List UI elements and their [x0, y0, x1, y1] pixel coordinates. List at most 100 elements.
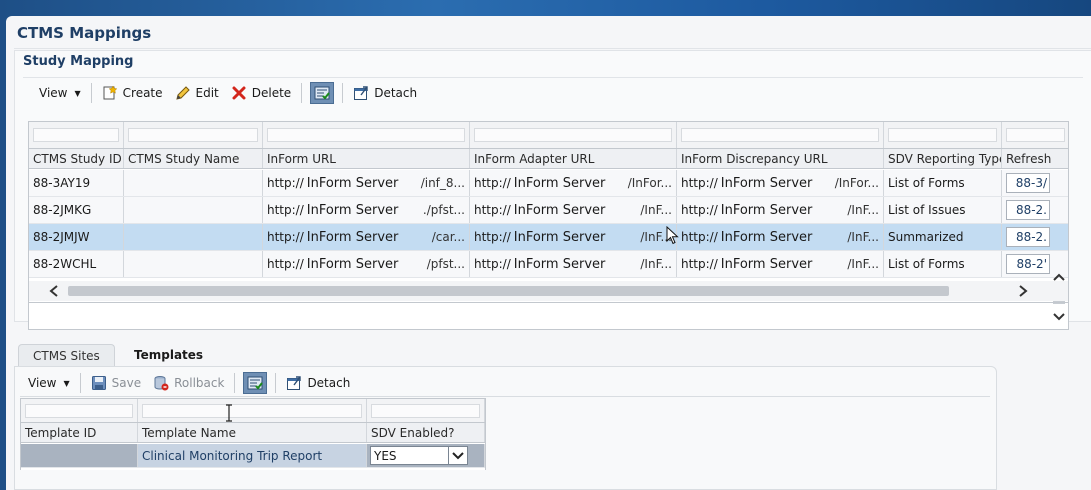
- discrepancy-url-cell: http://InForm Server/InFor...: [677, 170, 884, 196]
- table-row[interactable]: 88-2JMKG http://InForm Server ./pfst... h…: [29, 197, 1068, 224]
- refresh-button[interactable]: 88-3/: [1006, 173, 1050, 193]
- column-header[interactable]: CTMS Study Name: [124, 149, 263, 168]
- delete-button[interactable]: Delete: [225, 82, 297, 104]
- filter-cell[interactable]: [367, 399, 485, 422]
- templates-panel: View ▼ Save Rollback Detach Template ID …: [14, 366, 997, 490]
- url-suffix: /InF...: [640, 203, 672, 217]
- sdv-type-cell: List of Issues: [884, 197, 1002, 223]
- sdv-type-cell: List of Forms: [884, 170, 1002, 196]
- refresh-button[interactable]: 88-2.: [1006, 200, 1050, 220]
- sdv-enabled-cell: YES: [367, 444, 485, 467]
- filter-cell[interactable]: [470, 122, 677, 148]
- study-id-cell: 88-2JMKG: [29, 197, 124, 223]
- url-prefix: http://: [474, 229, 511, 244]
- url-prefix: http://: [267, 202, 304, 217]
- url-suffix: /InF...: [847, 203, 879, 217]
- url-server: InForm Server: [306, 229, 399, 245]
- query-by-example-toggle[interactable]: [310, 82, 335, 104]
- detach-label: Detach: [374, 86, 418, 100]
- column-header[interactable]: Template Name: [138, 423, 367, 442]
- view-menu-label: View: [28, 376, 57, 390]
- filter-cell[interactable]: [884, 122, 1002, 148]
- ctms-mappings-window: CTMS Mappings Study Mapping View ▼ Creat…: [6, 16, 1091, 490]
- filter-cell[interactable]: [21, 399, 138, 422]
- table-header-row: CTMS Study ID CTMS Study Name InForm URL…: [29, 148, 1068, 169]
- study-mapping-table: CTMS Study ID CTMS Study Name InForm URL…: [28, 121, 1069, 330]
- url-server: InForm Server: [720, 229, 813, 245]
- url-server: InForm Server: [513, 175, 606, 191]
- url-prefix: http://: [474, 175, 511, 190]
- filter-cell[interactable]: [677, 122, 884, 148]
- study-id-cell: 88-2WCHL: [29, 251, 124, 277]
- save-button[interactable]: Save: [85, 372, 147, 394]
- edit-label: Edit: [195, 86, 219, 100]
- study-mapping-panel: Study Mapping View ▼ Create Edit Delete …: [14, 50, 1091, 330]
- url-prefix: http://: [474, 202, 511, 217]
- filter-row: [29, 122, 1068, 148]
- filter-cell[interactable]: [138, 399, 367, 422]
- filter-cell[interactable]: [29, 122, 124, 148]
- refresh-button[interactable]: 88-2.: [1006, 227, 1050, 247]
- detach-button[interactable]: Detach: [347, 82, 423, 104]
- study-name-cell: [124, 197, 263, 223]
- url-prefix: http://: [267, 229, 304, 244]
- tab-templates[interactable]: Templates: [120, 344, 218, 366]
- filter-cell[interactable]: [263, 122, 470, 148]
- adapter-url-cell: http://InForm Server/InF...: [470, 251, 677, 277]
- refresh-cell: 88-3/: [1002, 170, 1068, 196]
- study-name-cell: [124, 170, 263, 196]
- horizontal-scrollbar[interactable]: [29, 281, 1068, 301]
- column-header[interactable]: SDV Enabled?: [367, 423, 485, 442]
- filter-cell[interactable]: [124, 122, 263, 148]
- toolbar-separator: [342, 83, 344, 103]
- url-suffix: /pfst...: [426, 257, 465, 271]
- detach-button[interactable]: Detach: [280, 372, 356, 394]
- url-prefix: http://: [681, 256, 718, 271]
- table-row[interactable]: 88-3AY19 http://InForm Server/inf_8... h…: [29, 170, 1068, 197]
- adapter-url-cell: http://InForm Server/InF...: [470, 224, 677, 250]
- inform-url-cell: http://InForm Server/inf_8...: [263, 170, 470, 196]
- edit-button[interactable]: Edit: [169, 82, 225, 104]
- query-by-example-toggle[interactable]: [243, 372, 268, 394]
- study-mapping-toolbar: View ▼ Create Edit Delete Detach: [33, 80, 423, 106]
- delete-x-icon: [231, 85, 247, 101]
- view-menu[interactable]: View ▼: [33, 82, 87, 104]
- url-suffix: /InFor...: [627, 176, 672, 190]
- url-server: InForm Server: [513, 229, 606, 245]
- url-server: InForm Server: [306, 202, 399, 218]
- create-button[interactable]: Create: [96, 82, 169, 104]
- column-header[interactable]: InForm Adapter URL: [470, 149, 677, 168]
- column-header[interactable]: Template ID: [21, 423, 138, 442]
- discrepancy-url-cell: http://InForm Server/InF...: [677, 197, 884, 223]
- toolbar-separator: [90, 83, 92, 103]
- column-header[interactable]: InForm URL: [263, 149, 470, 168]
- sdv-type-cell: List of Forms: [884, 251, 1002, 277]
- study-mapping-title: Study Mapping: [23, 54, 134, 69]
- table-row-selected[interactable]: 88-2JMJW http://InForm Server/car... htt…: [29, 224, 1068, 251]
- column-header[interactable]: CTMS Study ID: [29, 149, 124, 168]
- url-prefix: http://: [267, 256, 304, 271]
- url-server: InForm Server: [306, 256, 399, 272]
- rollback-button[interactable]: Rollback: [147, 372, 230, 394]
- caret-down-icon: ▼: [63, 378, 70, 388]
- column-header[interactable]: SDV Reporting Type: [884, 149, 1002, 168]
- delete-label: Delete: [251, 86, 292, 100]
- sdv-enabled-select[interactable]: YES: [370, 446, 468, 465]
- tab-ctms-sites[interactable]: CTMS Sites: [18, 344, 115, 366]
- table-row[interactable]: 88-2WCHL http://InForm Server/pfst... ht…: [29, 251, 1068, 278]
- table-header-row: Template ID Template Name SDV Enabled?: [21, 422, 485, 443]
- column-header[interactable]: Refresh: [1002, 149, 1068, 168]
- url-suffix: /car...: [431, 230, 465, 244]
- filter-cell[interactable]: [1002, 122, 1068, 148]
- chevron-down-icon: [448, 447, 467, 464]
- url-server: InForm Server: [306, 175, 399, 191]
- adapter-url-cell: http://InForm Server/InF...: [470, 197, 677, 223]
- refresh-button[interactable]: 88-2': [1006, 254, 1050, 274]
- url-server: InForm Server: [720, 256, 813, 272]
- table-row[interactable]: Clinical Monitoring Trip Report YES: [21, 444, 485, 468]
- url-server: InForm Server: [720, 175, 813, 191]
- url-suffix: /InF...: [847, 230, 879, 244]
- create-label: Create: [122, 86, 163, 100]
- column-header[interactable]: InForm Discrepancy URL: [677, 149, 884, 168]
- view-menu[interactable]: View ▼: [22, 372, 76, 394]
